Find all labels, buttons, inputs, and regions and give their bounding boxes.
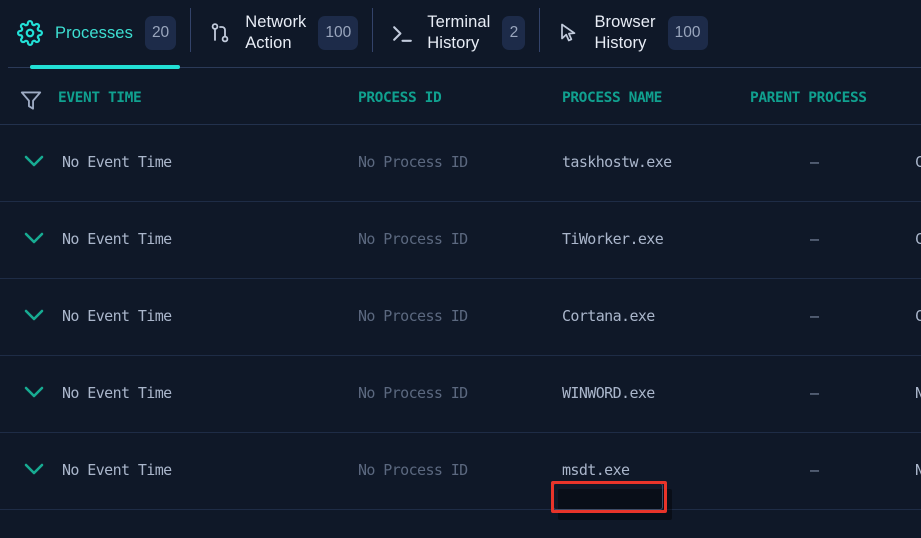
- table-row[interactable]: No Event Time No Process ID TiWorker.exe…: [0, 202, 921, 279]
- git-branch-icon: [206, 19, 234, 47]
- cell-process-id: No Process ID: [358, 461, 468, 479]
- chevron-down-icon[interactable]: [22, 230, 48, 248]
- table-row[interactable]: No Event Time No Process ID Cortana.exe …: [0, 279, 921, 356]
- tab-browser-history-badge: 100: [667, 16, 708, 50]
- column-header-process-id[interactable]: PROCESS ID: [358, 90, 442, 106]
- chevron-down-icon[interactable]: [22, 384, 48, 402]
- cell-process-id: No Process ID: [358, 153, 468, 171]
- cell-parent-process: —: [810, 307, 819, 325]
- column-header-process-name[interactable]: PROCESS NAME: [562, 90, 662, 106]
- cell-overflow: C: [915, 230, 921, 248]
- cell-event-time: No Event Time: [62, 461, 172, 479]
- table-row[interactable]: No Event Time No Process ID WINWORD.exe …: [0, 356, 921, 433]
- tab-terminal-history[interactable]: Terminal History 2: [372, 0, 539, 66]
- cell-parent-process: —: [810, 230, 819, 248]
- cell-process-name: taskhostw.exe: [562, 153, 672, 171]
- processes-table: EVENT TIME PROCESS ID PROCESS NAME PAREN…: [0, 70, 921, 510]
- tab-processes-label: Processes: [55, 23, 133, 42]
- column-header-event-time[interactable]: EVENT TIME: [58, 90, 142, 106]
- chevron-down-icon[interactable]: [22, 153, 48, 171]
- cell-overflow: N: [915, 461, 921, 479]
- cursor-arrow-icon: [555, 19, 583, 47]
- gear-icon: [16, 19, 44, 47]
- cell-overflow: C: [915, 153, 921, 171]
- column-header-parent-process[interactable]: PARENT PROCESS: [750, 90, 867, 106]
- process-table-panel: Processes 20 Network Action 100 Terminal…: [0, 0, 921, 538]
- tab-processes-badge: 20: [144, 16, 177, 50]
- table-row[interactable]: No Event Time No Process ID taskhostw.ex…: [0, 125, 921, 202]
- tab-bar: Processes 20 Network Action 100 Terminal…: [0, 0, 921, 70]
- cell-parent-process: —: [810, 384, 819, 402]
- cell-overflow: N: [915, 384, 921, 402]
- tab-browser-history[interactable]: Browser History 100: [539, 0, 721, 66]
- table-header-row: EVENT TIME PROCESS ID PROCESS NAME PAREN…: [0, 70, 921, 125]
- tab-network-action[interactable]: Network Action 100: [190, 0, 372, 66]
- cell-process-name: msdt.exe: [562, 461, 630, 479]
- cell-process-id: No Process ID: [358, 230, 468, 248]
- cell-parent-process: —: [810, 153, 819, 171]
- cell-overflow: C: [915, 307, 921, 325]
- tab-network-action-badge: 100: [318, 16, 359, 50]
- cell-event-time: No Event Time: [62, 384, 172, 402]
- cell-process-id: No Process ID: [358, 307, 468, 325]
- active-tab-indicator: [30, 65, 180, 69]
- chevron-down-icon[interactable]: [22, 307, 48, 325]
- chevron-down-icon[interactable]: [22, 461, 48, 479]
- tab-browser-history-label: Browser History: [594, 13, 656, 52]
- terminal-icon: [388, 19, 416, 47]
- filter-funnel-icon[interactable]: [18, 87, 44, 113]
- cell-process-name: TiWorker.exe: [562, 230, 664, 248]
- cell-process-id: No Process ID: [358, 384, 468, 402]
- cell-event-time: No Event Time: [62, 153, 172, 171]
- tab-terminal-history-label: Terminal History: [427, 13, 491, 52]
- cell-process-name: WINWORD.exe: [562, 384, 655, 402]
- cell-event-time: No Event Time: [62, 230, 172, 248]
- cell-process-name: Cortana.exe: [562, 307, 655, 325]
- tab-network-action-label: Network Action: [245, 13, 307, 52]
- cell-event-time: No Event Time: [62, 307, 172, 325]
- table-row[interactable]: No Event Time No Process ID msdt.exe — N: [0, 433, 921, 510]
- cell-parent-process: —: [810, 461, 819, 479]
- tab-terminal-history-badge: 2: [502, 16, 526, 50]
- tab-processes[interactable]: Processes 20: [0, 0, 190, 66]
